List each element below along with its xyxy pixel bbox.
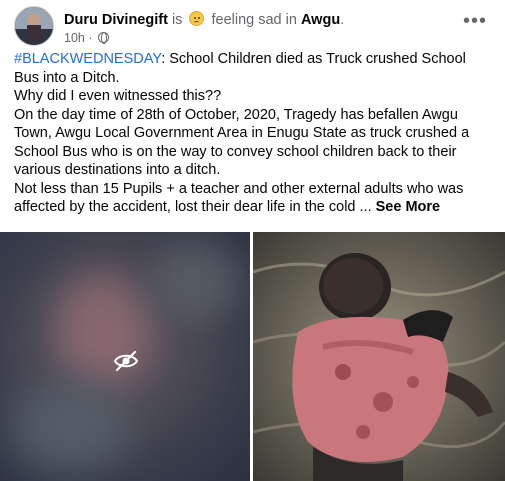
post-options-button[interactable]: •••: [460, 8, 490, 38]
author-name[interactable]: Duru Divinegift: [64, 12, 168, 28]
author-avatar[interactable]: [14, 6, 54, 46]
feeling-text: feeling sad in: [207, 12, 301, 28]
body-paragraph-2: Not less than 15 Pupils + a teacher and …: [14, 180, 492, 217]
sensitive-photo[interactable]: [0, 232, 250, 481]
accident-photo[interactable]: [253, 232, 505, 481]
post-meta: 10h ·: [64, 31, 109, 45]
sad-face-icon: [189, 11, 205, 26]
body-line-2: Why did I even witnessed this??: [14, 88, 222, 104]
hashtag-link[interactable]: #BLACKWEDNESDAY: [14, 51, 161, 67]
eye-slash-icon: [113, 350, 139, 372]
see-more-link[interactable]: See More: [376, 199, 440, 215]
post-time[interactable]: 10h: [64, 31, 85, 45]
body-paragraph-1: On the day time of 28th of October, 2020…: [14, 106, 470, 179]
post-body: #BLACKWEDNESDAY: School Children died as…: [14, 50, 492, 217]
ellipsis-icon: •••: [462, 10, 487, 32]
location-suffix: .: [340, 12, 345, 28]
avatar-image: [15, 7, 53, 45]
globe-icon: [98, 32, 109, 44]
post-title-line: Duru Divinegift is feeling sad in Awgu.: [64, 11, 344, 29]
post-header: Duru Divinegift is feeling sad in Awgu. …: [14, 6, 494, 46]
accident-photo-image: [253, 232, 505, 481]
post-media: [0, 232, 505, 481]
location-link[interactable]: Awgu: [301, 12, 340, 28]
meta-separator: ·: [88, 31, 93, 45]
headline-line: #BLACKWEDNESDAY: School Children died as…: [14, 50, 492, 87]
is-text: is: [167, 12, 187, 28]
feed-post: Duru Divinegift is feeling sad in Awgu. …: [0, 0, 505, 481]
